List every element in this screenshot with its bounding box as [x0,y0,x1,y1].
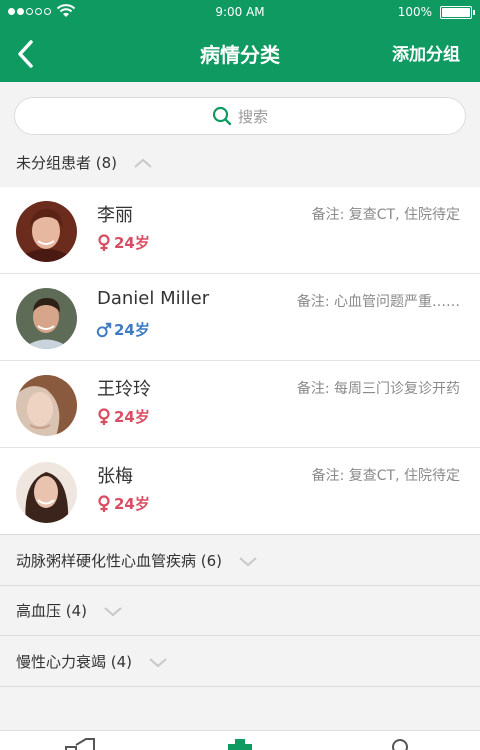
patient-row[interactable]: 王玲玲 24岁 备注: 每周三门诊复诊开药 [0,361,480,448]
search-placeholder: 搜索 [237,107,268,126]
back-arrow-icon[interactable] [14,38,38,70]
add-group-button[interactable]: 添加分组 [392,40,460,65]
patient-list: 李丽 24岁 备注: 复查CT, 住院待定 Daniel Miller 24岁 … [0,187,480,535]
patient-name: 张梅 [97,466,133,487]
chevron-down-icon [239,556,257,566]
patient-name: 李丽 [97,205,133,226]
group-header-hypertension[interactable]: 高血压 (4) [0,586,480,636]
patient-age: 24岁 [114,234,150,252]
group-label: 未分组患者 (8) [16,154,118,172]
avatar [16,201,77,262]
patient-gender-age: 24岁 [96,232,150,253]
patient-note: 备注: 每周三门诊复诊开药 [296,381,460,397]
patient-age: 24岁 [114,321,150,339]
group-label: 动脉粥样硬化性心血管疾病 (6) [16,552,223,570]
search-icon [212,106,232,126]
patient-gender-age: 24岁 [96,493,150,514]
female-icon [98,407,110,425]
avatar [16,375,77,436]
medical-cross-icon[interactable] [224,737,256,750]
patient-name: Daniel Miller [97,288,210,309]
chevron-down-icon [104,606,122,616]
chevron-down-icon [149,657,167,667]
patient-note: 备注: 心血管问题严重…… [296,294,460,310]
patient-row[interactable]: 张梅 24岁 备注: 复查CT, 住院待定 [0,448,480,535]
group-header-ascvd[interactable]: 动脉粥样硬化性心血管疾病 (6) [0,536,480,586]
group-header-ungrouped[interactable]: 未分组患者 (8) [0,138,480,188]
avatar [16,288,77,349]
patient-age: 24岁 [114,495,150,513]
group-label: 高血压 (4) [16,602,88,620]
avatar [16,462,77,523]
tab-bar [0,730,480,750]
profile-icon[interactable] [384,737,416,750]
patient-row[interactable]: Daniel Miller 24岁 备注: 心血管问题严重…… [0,274,480,361]
home-icon[interactable] [64,737,96,750]
battery-icon [440,6,475,19]
group-header-heart-failure[interactable]: 慢性心力衰竭 (4) [0,637,480,687]
app-header: 9:00 AM 100% 病情分类 添加分组 [0,0,480,82]
female-icon [98,233,110,251]
patient-note: 备注: 复查CT, 住院待定 [311,207,460,223]
search-bar: 搜索 [0,82,480,140]
patient-name: 王玲玲 [97,379,151,400]
male-icon [96,322,112,337]
patient-note: 备注: 复查CT, 住院待定 [311,468,460,484]
status-bar: 9:00 AM 100% [0,0,480,24]
patient-row[interactable]: 李丽 24岁 备注: 复查CT, 住院待定 [0,187,480,274]
patient-gender-age: 24岁 [96,319,150,340]
patient-gender-age: 24岁 [96,406,150,427]
group-label: 慢性心力衰竭 (4) [16,653,133,671]
patient-age: 24岁 [114,408,150,426]
chevron-up-icon [134,158,152,168]
search-input[interactable]: 搜索 [14,97,466,135]
battery-percent: 100% [397,5,432,19]
female-icon [98,494,110,512]
